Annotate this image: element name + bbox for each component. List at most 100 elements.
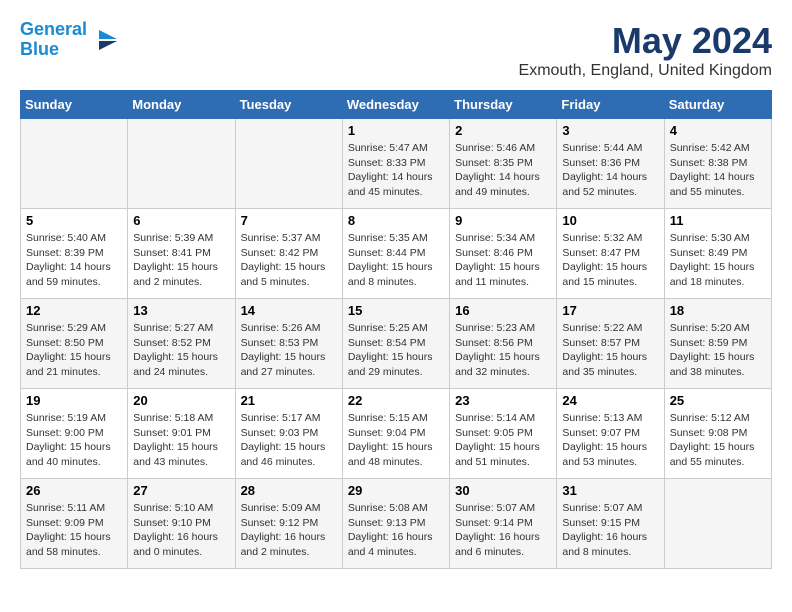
table-row: 14Sunrise: 5:26 AMSunset: 8:53 PMDayligh… xyxy=(235,299,342,389)
day-info: Sunrise: 5:14 AMSunset: 9:05 PMDaylight:… xyxy=(455,411,551,470)
logo-text: General Blue xyxy=(20,20,87,60)
header-wednesday: Wednesday xyxy=(342,91,449,119)
day-info: Sunrise: 5:11 AMSunset: 9:09 PMDaylight:… xyxy=(26,501,122,560)
table-row: 30 Sunrise: 5:07 AMSunset: 9:14 PMDayligh… xyxy=(450,479,557,569)
day-number: 21 xyxy=(241,393,337,408)
calendar-table: Sunday Monday Tuesday Wednesday Thursday… xyxy=(20,90,772,569)
day-number: 31 xyxy=(562,483,658,498)
logo: General Blue xyxy=(20,20,119,60)
calendar-week-row: 5Sunrise: 5:40 AMSunset: 8:39 PMDaylight… xyxy=(21,209,772,299)
day-info: Sunrise: 5:17 AMSunset: 9:03 PMDaylight:… xyxy=(241,411,337,470)
table-row: 21 Sunrise: 5:17 AMSunset: 9:03 PMDayligh… xyxy=(235,389,342,479)
table-row: 23 Sunrise: 5:14 AMSunset: 9:05 PMDayligh… xyxy=(450,389,557,479)
day-info: Sunrise: 5:20 AMSunset: 8:59 PMDaylight:… xyxy=(670,321,766,380)
day-number: 14 xyxy=(241,303,337,318)
day-number: 12 xyxy=(26,303,122,318)
table-row: 18 Sunrise: 5:20 AMSunset: 8:59 PMDayligh… xyxy=(664,299,771,389)
day-number: 15 xyxy=(348,303,444,318)
day-number: 9 xyxy=(455,213,551,228)
day-info: Sunrise: 5:40 AMSunset: 8:39 PMDaylight:… xyxy=(26,231,122,290)
table-row xyxy=(235,119,342,209)
day-info: Sunrise: 5:30 AMSunset: 8:49 PMDaylight:… xyxy=(670,231,766,290)
table-row: 29 Sunrise: 5:08 AMSunset: 9:13 PMDayligh… xyxy=(342,479,449,569)
page-header: General Blue May 2024 Exmouth, England, … xyxy=(20,20,772,80)
table-row xyxy=(128,119,235,209)
day-number: 23 xyxy=(455,393,551,408)
day-number: 8 xyxy=(348,213,444,228)
calendar-header-row: Sunday Monday Tuesday Wednesday Thursday… xyxy=(21,91,772,119)
header-monday: Monday xyxy=(128,91,235,119)
day-info: Sunrise: 5:47 AMSunset: 8:33 PMDaylight:… xyxy=(348,141,444,200)
calendar-subtitle: Exmouth, England, United Kingdom xyxy=(519,62,772,80)
day-info: Sunrise: 5:25 AMSunset: 8:54 PMDaylight:… xyxy=(348,321,444,380)
day-info: Sunrise: 5:32 AMSunset: 8:47 PMDaylight:… xyxy=(562,231,658,290)
day-info: Sunrise: 5:42 AMSunset: 8:38 PMDaylight:… xyxy=(670,141,766,200)
day-number: 13 xyxy=(133,303,229,318)
day-number: 22 xyxy=(348,393,444,408)
day-number: 19 xyxy=(26,393,122,408)
day-number: 30 xyxy=(455,483,551,498)
day-number: 28 xyxy=(241,483,337,498)
table-row: 27 Sunrise: 5:10 AMSunset: 9:10 PMDayligh… xyxy=(128,479,235,569)
day-info: Sunrise: 5:34 AMSunset: 8:46 PMDaylight:… xyxy=(455,231,551,290)
day-info: Sunrise: 5:10 AMSunset: 9:10 PMDaylight:… xyxy=(133,501,229,560)
day-number: 24 xyxy=(562,393,658,408)
title-area: May 2024 Exmouth, England, United Kingdo… xyxy=(519,20,772,80)
day-info: Sunrise: 5:09 AMSunset: 9:12 PMDaylight:… xyxy=(241,501,337,560)
day-info: Sunrise: 5:22 AMSunset: 8:57 PMDaylight:… xyxy=(562,321,658,380)
header-tuesday: Tuesday xyxy=(235,91,342,119)
table-row: 24 Sunrise: 5:13 AMSunset: 9:07 PMDayligh… xyxy=(557,389,664,479)
day-number: 2 xyxy=(455,123,551,138)
day-info: Sunrise: 5:07 AMSunset: 9:15 PMDaylight:… xyxy=(562,501,658,560)
table-row: 13 Sunrise: 5:27 AMSunset: 8:52 PMDayligh… xyxy=(128,299,235,389)
day-info: Sunrise: 5:08 AMSunset: 9:13 PMDaylight:… xyxy=(348,501,444,560)
table-row: 10 Sunrise: 5:32 AMSunset: 8:47 PMDayligh… xyxy=(557,209,664,299)
day-number: 17 xyxy=(562,303,658,318)
day-number: 18 xyxy=(670,303,766,318)
table-row: 8 Sunrise: 5:35 AMSunset: 8:44 PMDaylight… xyxy=(342,209,449,299)
day-number: 27 xyxy=(133,483,229,498)
day-info: Sunrise: 5:13 AMSunset: 9:07 PMDaylight:… xyxy=(562,411,658,470)
day-info: Sunrise: 5:18 AMSunset: 9:01 PMDaylight:… xyxy=(133,411,229,470)
header-friday: Friday xyxy=(557,91,664,119)
calendar-week-row: 19 Sunrise: 5:19 AMSunset: 9:00 PMDayligh… xyxy=(21,389,772,479)
table-row: 9 Sunrise: 5:34 AMSunset: 8:46 PMDaylight… xyxy=(450,209,557,299)
day-info: Sunrise: 5:29 AMSunset: 8:50 PMDaylight:… xyxy=(26,321,122,380)
header-thursday: Thursday xyxy=(450,91,557,119)
header-sunday: Sunday xyxy=(21,91,128,119)
table-row: 19 Sunrise: 5:19 AMSunset: 9:00 PMDayligh… xyxy=(21,389,128,479)
day-info: Sunrise: 5:12 AMSunset: 9:08 PMDaylight:… xyxy=(670,411,766,470)
day-number: 1 xyxy=(348,123,444,138)
table-row: 12 Sunrise: 5:29 AMSunset: 8:50 PMDayligh… xyxy=(21,299,128,389)
table-row xyxy=(664,479,771,569)
table-row: 5Sunrise: 5:40 AMSunset: 8:39 PMDaylight… xyxy=(21,209,128,299)
table-row: 7 Sunrise: 5:37 AMSunset: 8:42 PMDaylight… xyxy=(235,209,342,299)
table-row: 6Sunrise: 5:39 AMSunset: 8:41 PMDaylight… xyxy=(128,209,235,299)
day-number: 29 xyxy=(348,483,444,498)
day-number: 10 xyxy=(562,213,658,228)
day-number: 4 xyxy=(670,123,766,138)
day-number: 3 xyxy=(562,123,658,138)
table-row: 11Sunrise: 5:30 AMSunset: 8:49 PMDayligh… xyxy=(664,209,771,299)
table-row: 2Sunrise: 5:46 AMSunset: 8:35 PMDaylight… xyxy=(450,119,557,209)
table-row: 17 Sunrise: 5:22 AMSunset: 8:57 PMDayligh… xyxy=(557,299,664,389)
day-info: Sunrise: 5:35 AMSunset: 8:44 PMDaylight:… xyxy=(348,231,444,290)
day-info: Sunrise: 5:19 AMSunset: 9:00 PMDaylight:… xyxy=(26,411,122,470)
day-info: Sunrise: 5:07 AMSunset: 9:14 PMDaylight:… xyxy=(455,501,551,560)
calendar-week-row: 1 Sunrise: 5:47 AMSunset: 8:33 PMDaylight… xyxy=(21,119,772,209)
table-row: 31 Sunrise: 5:07 AMSunset: 9:15 PMDayligh… xyxy=(557,479,664,569)
day-number: 26 xyxy=(26,483,122,498)
table-row: 20Sunrise: 5:18 AMSunset: 9:01 PMDayligh… xyxy=(128,389,235,479)
table-row: 25Sunrise: 5:12 AMSunset: 9:08 PMDayligh… xyxy=(664,389,771,479)
day-info: Sunrise: 5:15 AMSunset: 9:04 PMDaylight:… xyxy=(348,411,444,470)
day-info: Sunrise: 5:37 AMSunset: 8:42 PMDaylight:… xyxy=(241,231,337,290)
table-row: 16Sunrise: 5:23 AMSunset: 8:56 PMDayligh… xyxy=(450,299,557,389)
logo-icon xyxy=(89,25,119,55)
table-row: 1 Sunrise: 5:47 AMSunset: 8:33 PMDaylight… xyxy=(342,119,449,209)
table-row: 22 Sunrise: 5:15 AMSunset: 9:04 PMDayligh… xyxy=(342,389,449,479)
day-number: 7 xyxy=(241,213,337,228)
day-info: Sunrise: 5:44 AMSunset: 8:36 PMDaylight:… xyxy=(562,141,658,200)
day-number: 16 xyxy=(455,303,551,318)
day-number: 6 xyxy=(133,213,229,228)
day-info: Sunrise: 5:27 AMSunset: 8:52 PMDaylight:… xyxy=(133,321,229,380)
